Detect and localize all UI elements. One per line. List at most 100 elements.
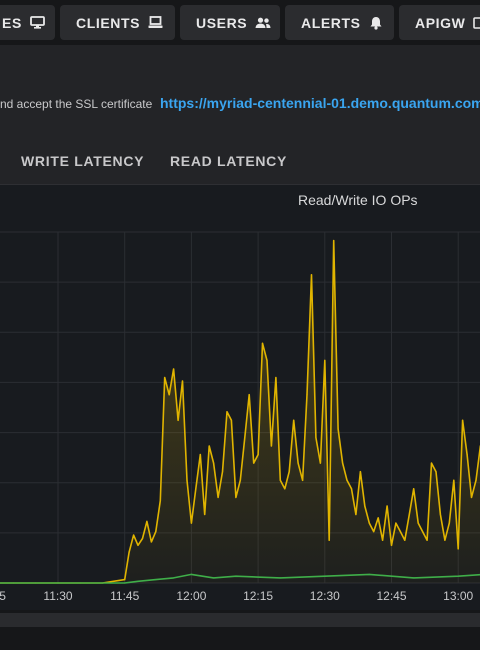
series-0-point — [141, 537, 144, 540]
series-0-point — [302, 479, 304, 481]
series-0-point — [226, 411, 228, 413]
series-0-point — [293, 419, 295, 421]
series-0-point — [390, 544, 393, 546]
x-axis-ticks: 11:15 11:30 11:45 12:00 12:15 12:30 12:45 13:00 — [0, 589, 474, 603]
series-0-point — [177, 419, 179, 421]
series-area-fill-0 — [0, 240, 480, 583]
series-1-point — [137, 580, 139, 582]
chart-series — [0, 239, 480, 584]
series-0-point — [275, 376, 277, 379]
x-tick-label: 12:45 — [376, 589, 406, 603]
series-0-point — [204, 513, 206, 516]
series-0-point — [359, 471, 361, 473]
series-1-point — [213, 577, 215, 579]
x-tick-label: 11:30 — [43, 589, 72, 603]
series-0-point — [146, 520, 148, 523]
series-0-point — [199, 454, 201, 456]
series-0-point — [448, 522, 450, 524]
x-tick-label: 13:00 — [443, 589, 473, 603]
series-0-point — [453, 479, 455, 481]
series-0-point — [350, 488, 353, 490]
series-0-point — [417, 522, 419, 524]
series-0-point — [368, 522, 370, 524]
series-0-point — [470, 496, 473, 498]
series-0-point — [195, 488, 197, 490]
series-0-point — [221, 471, 224, 473]
series-0-point — [208, 445, 210, 447]
series-0-point — [310, 274, 313, 276]
series-0-point — [181, 380, 184, 382]
series-0-point — [253, 462, 255, 464]
series-0-point — [124, 579, 126, 581]
series-0-point — [266, 359, 268, 361]
series-0-point — [399, 531, 401, 533]
series-0-point — [270, 445, 272, 447]
series-0-point — [466, 454, 468, 456]
series-0-point — [137, 544, 139, 546]
series-0-point — [413, 488, 415, 490]
series-0-point — [315, 436, 317, 439]
series-1-point — [155, 579, 157, 581]
series-0-point — [319, 462, 321, 464]
series-0-point — [435, 471, 437, 473]
page-footer — [0, 610, 480, 650]
series-1-point — [457, 575, 459, 577]
series-0-point — [173, 368, 175, 370]
x-tick-label: 12:30 — [310, 589, 340, 603]
series-0-point — [213, 462, 215, 464]
series-0-point — [355, 513, 357, 516]
io-ops-chart: 11:15 11:30 11:45 12:00 12:15 12:30 12:45 13:00 — [0, 231, 480, 603]
series-1-point — [235, 575, 237, 577]
series-0-point — [297, 462, 299, 464]
series-0-point — [133, 534, 135, 536]
series-0-point — [288, 471, 290, 473]
x-tick-label: 11:15 — [0, 589, 6, 603]
series-0-point — [377, 517, 379, 519]
series-0-point — [261, 342, 264, 344]
series-0-point — [444, 539, 446, 541]
series-0-point — [430, 462, 433, 464]
series-0-point — [235, 496, 237, 498]
series-0-point — [373, 531, 375, 533]
series-0-point — [475, 479, 477, 481]
series-1-point — [368, 573, 370, 576]
series-0-point — [279, 479, 281, 481]
series-0-point — [462, 419, 464, 421]
series-0-point — [306, 394, 308, 396]
series-0-point — [159, 500, 161, 502]
series-0-point — [257, 454, 259, 456]
x-tick-label: 12:00 — [176, 589, 206, 603]
series-1-point — [324, 575, 326, 577]
footer-strip — [0, 613, 480, 627]
series-0-point — [168, 394, 170, 396]
series-1-point — [190, 573, 192, 576]
series-0-point — [186, 479, 188, 481]
series-0-point — [239, 479, 241, 481]
screen: ES CLIENTS USERS ALERTS APIGW nd accept … — [0, 0, 480, 650]
series-1-point — [413, 577, 415, 579]
series-0-point — [386, 505, 388, 507]
series-0-point — [408, 513, 410, 516]
series-0-point — [395, 522, 397, 524]
series-1-point — [124, 582, 126, 584]
series-0-point — [382, 539, 384, 541]
series-0-point — [328, 539, 330, 541]
series-0-point — [457, 548, 459, 550]
series-0-point — [337, 428, 339, 430]
series-1-point — [279, 577, 281, 579]
series-1-point — [173, 577, 175, 579]
chart-title: Read/Write IO OPs — [298, 192, 418, 208]
series-0-point — [128, 551, 130, 553]
series-0-point — [230, 419, 232, 421]
series-0-point — [217, 496, 219, 498]
series-0-point — [190, 522, 192, 524]
series-0-point — [333, 240, 335, 242]
x-tick-label: 12:15 — [243, 589, 273, 603]
series-0-point — [164, 376, 166, 379]
series-0-point — [364, 505, 366, 507]
series-0-point — [404, 539, 406, 541]
series-0-point — [346, 479, 348, 481]
series-0-point — [155, 531, 157, 533]
series-0-point — [422, 531, 424, 533]
series-0-point — [150, 541, 152, 543]
